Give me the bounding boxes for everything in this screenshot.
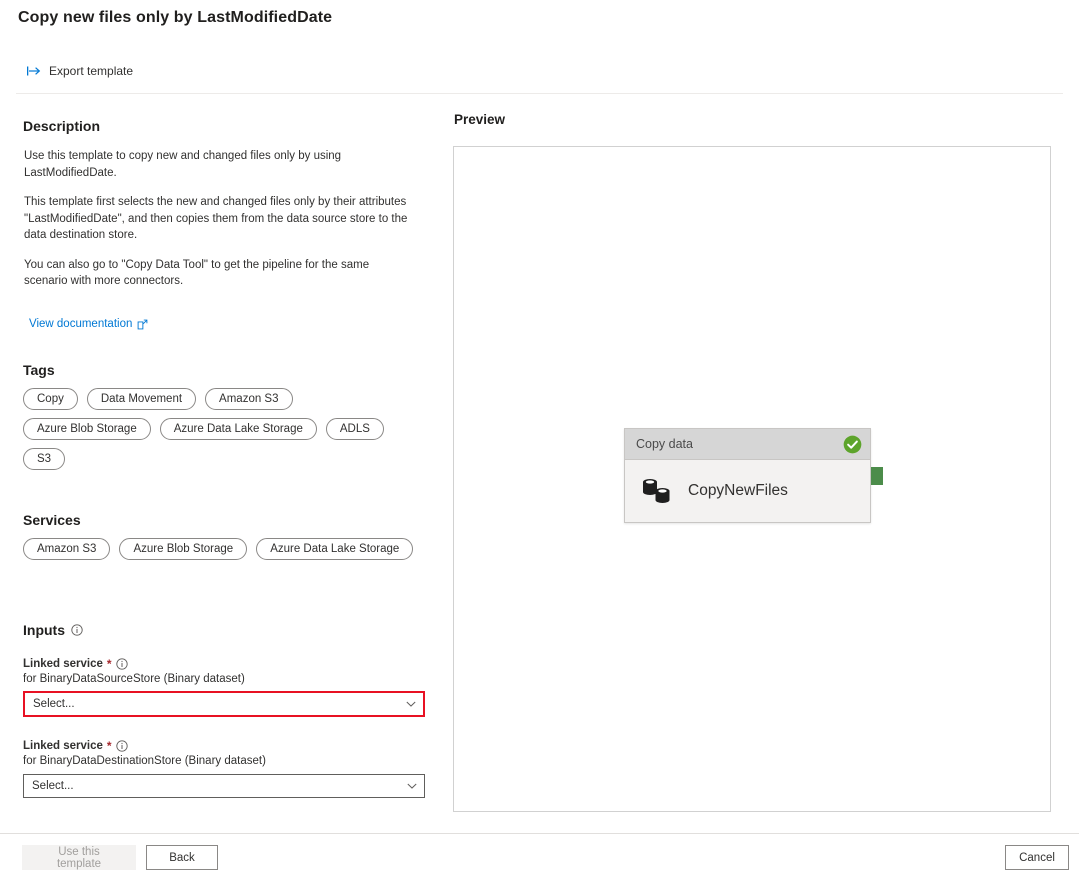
export-arrow-icon bbox=[26, 64, 42, 78]
linked-service-source-label: Linked service bbox=[23, 658, 103, 670]
page-title: Copy new files only by LastModifiedDate bbox=[18, 9, 332, 27]
linked-service-destination-label: Linked service bbox=[23, 740, 103, 752]
tag-pill: S3 bbox=[23, 448, 65, 470]
description-heading: Description bbox=[23, 118, 100, 134]
tag-pill: ADLS bbox=[326, 418, 384, 440]
service-pill: Azure Data Lake Storage bbox=[256, 538, 413, 560]
activity-output-connector[interactable] bbox=[871, 467, 883, 485]
linked-service-source-label-row: Linked service * bbox=[23, 658, 425, 670]
linked-service-destination-sublabel: for BinaryDataDestinationStore (Binary d… bbox=[23, 755, 425, 767]
preview-canvas[interactable]: Copy data bbox=[453, 146, 1051, 812]
linked-service-source-select[interactable]: Select... bbox=[23, 691, 425, 717]
pipeline-activity-node[interactable]: Copy data bbox=[624, 428, 871, 523]
activity-node-header: Copy data bbox=[625, 429, 870, 460]
linked-service-source-sublabel: for BinaryDataSourceStore (Binary datase… bbox=[23, 673, 425, 685]
required-marker: * bbox=[107, 658, 112, 670]
service-pill: Azure Blob Storage bbox=[119, 538, 247, 560]
linked-service-destination-select[interactable]: Select... bbox=[23, 774, 425, 798]
check-circle-icon bbox=[843, 435, 862, 454]
tag-pill: Azure Data Lake Storage bbox=[160, 418, 317, 440]
inputs-heading: Inputs bbox=[23, 622, 65, 638]
services-heading: Services bbox=[23, 512, 81, 528]
service-pill: Amazon S3 bbox=[23, 538, 110, 560]
command-bar: Export template bbox=[0, 56, 1079, 92]
cancel-button[interactable]: Cancel bbox=[1005, 845, 1069, 870]
preview-heading: Preview bbox=[454, 112, 505, 127]
export-template-label: Export template bbox=[49, 64, 133, 78]
header-divider bbox=[16, 93, 1063, 94]
linked-service-destination-field: Linked service * for BinaryDataDestinati… bbox=[23, 740, 425, 798]
description-paragraph-3: You can also go to "Copy Data Tool" to g… bbox=[24, 257, 414, 290]
external-link-icon bbox=[137, 319, 148, 330]
linked-service-source-field: Linked service * for BinaryDataSourceSto… bbox=[23, 658, 425, 717]
linked-service-destination-value: Select... bbox=[32, 780, 74, 792]
copy-data-database-icon bbox=[641, 477, 673, 505]
info-icon[interactable] bbox=[116, 658, 128, 670]
view-documentation-label: View documentation bbox=[29, 318, 132, 330]
description-paragraph-1: Use this template to copy new and change… bbox=[24, 148, 414, 181]
inputs-heading-row: Inputs bbox=[23, 622, 83, 638]
tags-list: Copy Data Movement Amazon S3 Azure Blob … bbox=[23, 388, 423, 470]
required-marker: * bbox=[107, 740, 112, 752]
chevron-down-icon bbox=[406, 701, 416, 707]
chevron-down-icon bbox=[407, 783, 417, 789]
linked-service-source-value: Select... bbox=[33, 698, 75, 710]
tag-pill: Azure Blob Storage bbox=[23, 418, 151, 440]
info-icon[interactable] bbox=[71, 624, 83, 636]
tag-pill: Data Movement bbox=[87, 388, 196, 410]
services-list: Amazon S3 Azure Blob Storage Azure Data … bbox=[23, 538, 423, 560]
linked-service-destination-label-row: Linked service * bbox=[23, 740, 425, 752]
tags-heading: Tags bbox=[23, 362, 55, 378]
tag-pill: Copy bbox=[23, 388, 78, 410]
back-button[interactable]: Back bbox=[146, 845, 218, 870]
view-documentation-link[interactable]: View documentation bbox=[29, 318, 148, 330]
activity-type-label: Copy data bbox=[636, 437, 693, 451]
export-template-button[interactable]: Export template bbox=[24, 61, 139, 81]
description-body: Use this template to copy new and change… bbox=[24, 148, 414, 290]
description-paragraph-2: This template first selects the new and … bbox=[24, 194, 414, 244]
left-details-pane: Description Use this template to copy ne… bbox=[0, 100, 440, 812]
activity-node-body: CopyNewFiles bbox=[625, 460, 870, 522]
info-icon[interactable] bbox=[116, 740, 128, 752]
use-this-template-button[interactable]: Use this template bbox=[22, 845, 136, 870]
tag-pill: Amazon S3 bbox=[205, 388, 292, 410]
activity-node-name: CopyNewFiles bbox=[688, 482, 788, 500]
